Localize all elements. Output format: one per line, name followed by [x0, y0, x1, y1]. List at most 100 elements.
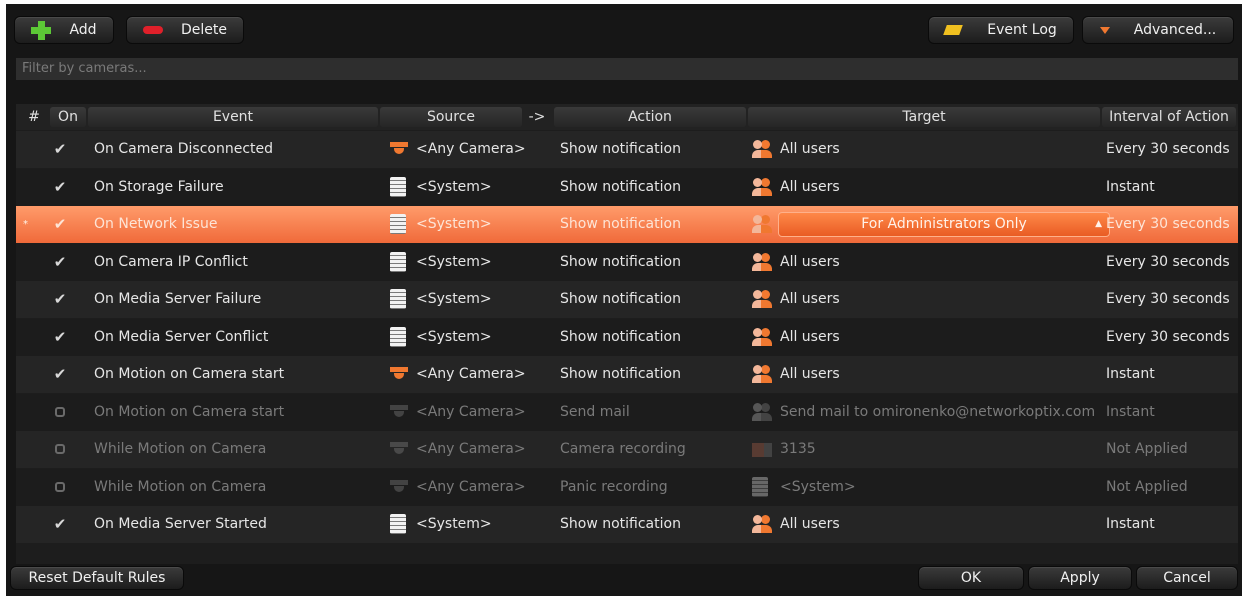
folder-icon — [943, 25, 964, 35]
camera-icon — [390, 440, 408, 458]
source-value: <Any Camera> — [416, 141, 526, 157]
source-value: <Any Camera> — [416, 403, 526, 420]
dropdown-arrow-icon — [1099, 26, 1110, 34]
rules-table: # On Event Source -> Action Target Inter… — [16, 104, 1238, 564]
action-value: Show notification — [560, 178, 681, 195]
event-name: While Motion on Camera — [94, 441, 267, 457]
column-interval[interactable]: Interval of Action — [1102, 107, 1236, 127]
interval-value: Instant — [1106, 178, 1155, 195]
users-icon — [752, 327, 772, 346]
interval-value: Every 30 seconds — [1106, 141, 1230, 157]
plus-icon — [31, 20, 52, 40]
recording-camera-icon — [752, 443, 772, 457]
action-value: Panic recording — [560, 478, 668, 495]
advanced-button[interactable]: Advanced... — [1082, 16, 1234, 44]
server-icon — [390, 289, 406, 309]
table-row[interactable]: ✔ On Storage Failure <System> Show notifica… — [16, 168, 1238, 206]
table-row[interactable]: ✔ On Media Server Failure <System> Show not… — [16, 281, 1238, 318]
target-value: All users — [780, 516, 840, 532]
enabled-checkbox[interactable]: ✔ — [52, 141, 68, 157]
enabled-checkbox[interactable]: ✔ — [52, 179, 68, 195]
target-value: All users — [780, 328, 840, 345]
event-name: On Media Server Failure — [94, 291, 262, 307]
ok-button[interactable]: OK — [918, 566, 1024, 590]
action-value: Camera recording — [560, 441, 686, 457]
column-action[interactable]: Action — [554, 107, 746, 127]
enabled-checkbox[interactable]: ✔ — [52, 329, 68, 345]
target-value: All users — [780, 178, 840, 195]
table-row[interactable]: ✔ On Motion on Camera start <Any Camera> Sh… — [16, 356, 1238, 393]
table-row[interactable]: ✔ On Media Server Started <System> Show not… — [16, 506, 1238, 543]
table-row[interactable]: ✔ On Media Server Conflict <System> Show no… — [16, 318, 1238, 356]
enabled-checkbox[interactable]: ✔ — [52, 366, 68, 382]
table-row[interactable]: While Motion on Camera <Any Camera> Camera… — [16, 431, 1238, 468]
event-log-label: Event Log — [987, 22, 1057, 38]
enabled-checkbox[interactable]: ✔ — [52, 216, 68, 232]
event-name: On Motion on Camera start — [94, 403, 285, 420]
column-number: # — [28, 109, 40, 125]
source-value: <Any Camera> — [416, 441, 526, 457]
table-row[interactable]: * ✔ On Network Issue <System> Show notificat… — [16, 206, 1238, 243]
cancel-label: Cancel — [1163, 570, 1211, 586]
column-target[interactable]: Target — [748, 107, 1100, 127]
event-name: On Camera IP Conflict — [94, 253, 248, 270]
source-value: <System> — [416, 291, 492, 307]
reset-default-rules-button[interactable]: Reset Default Rules — [10, 566, 184, 590]
enabled-checkbox[interactable]: ✔ — [52, 516, 68, 532]
users-icon — [752, 252, 772, 271]
action-value: Show notification — [560, 216, 681, 232]
event-log-button[interactable]: Event Log — [928, 16, 1074, 44]
action-value: Show notification — [560, 328, 681, 345]
camera-icon — [390, 403, 408, 421]
interval-value: Every 30 seconds — [1106, 253, 1230, 270]
action-value: Show notification — [560, 141, 681, 157]
apply-button[interactable]: Apply — [1028, 566, 1132, 590]
table-header: # On Event Source -> Action Target Inter… — [16, 104, 1238, 130]
cancel-button[interactable]: Cancel — [1136, 566, 1238, 590]
source-value: <System> — [416, 328, 492, 345]
enabled-checkbox[interactable] — [55, 406, 65, 417]
event-rules-dialog: Add Delete Event Log Advanced... # On Ev… — [6, 4, 1242, 596]
camera-icon — [390, 140, 408, 158]
add-button[interactable]: Add — [14, 16, 114, 44]
enabled-checkbox[interactable]: ✔ — [52, 291, 68, 307]
column-event[interactable]: Event — [88, 107, 378, 127]
event-name: On Motion on Camera start — [94, 366, 285, 382]
target-value: For Administrators Only — [861, 216, 1027, 232]
interval-value: Every 30 seconds — [1106, 328, 1230, 345]
chevron-up-icon: ▲ — [1095, 219, 1102, 229]
users-icon — [752, 365, 772, 383]
event-name: On Storage Failure — [94, 178, 224, 195]
target-dropdown[interactable]: For Administrators Only ▲ — [778, 212, 1110, 237]
table-row[interactable]: ✔ On Camera IP Conflict <System> Show notif… — [16, 243, 1238, 281]
users-icon — [752, 177, 772, 196]
interval-value: Instant — [1106, 516, 1155, 532]
camera-icon — [390, 478, 408, 496]
toolbar: Add Delete Event Log Advanced... — [6, 4, 1242, 56]
server-icon — [390, 326, 406, 347]
delete-label: Delete — [181, 22, 227, 38]
column-on[interactable]: On — [50, 107, 86, 127]
target-value: 3135 — [780, 441, 816, 457]
apply-label: Apply — [1060, 570, 1100, 586]
enabled-checkbox[interactable] — [55, 481, 65, 492]
target-value: Send mail to omironenko@networkoptix.com — [780, 403, 1096, 420]
camera-filter-input[interactable] — [16, 58, 1238, 80]
source-value: <System> — [416, 178, 492, 195]
source-value: <Any Camera> — [416, 478, 526, 495]
table-row[interactable]: While Motion on Camera <Any Camera> Panic … — [16, 468, 1238, 506]
table-row[interactable]: On Motion on Camera start <Any Camera> Sen… — [16, 393, 1238, 431]
interval-value: Every 30 seconds — [1106, 216, 1230, 232]
users-icon — [752, 402, 772, 421]
source-value: <System> — [416, 216, 492, 232]
interval-value: Instant — [1106, 366, 1155, 382]
interval-value: Instant — [1106, 403, 1155, 420]
source-value: <System> — [416, 516, 492, 532]
advanced-label: Advanced... — [1133, 22, 1217, 38]
table-row[interactable]: ✔ On Camera Disconnected <Any Camera> Show … — [16, 131, 1238, 168]
column-source[interactable]: Source — [380, 107, 522, 127]
source-value: <Any Camera> — [416, 366, 526, 382]
enabled-checkbox[interactable]: ✔ — [52, 254, 68, 270]
enabled-checkbox[interactable] — [55, 444, 65, 454]
delete-button[interactable]: Delete — [126, 16, 244, 44]
